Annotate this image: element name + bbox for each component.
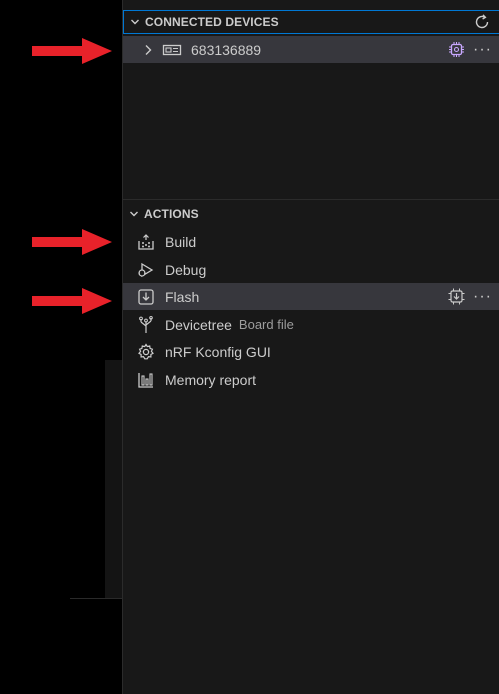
action-memory-report[interactable]: Memory report (123, 366, 499, 393)
action-label: Build (165, 233, 197, 250)
chevron-right-icon[interactable] (143, 44, 153, 56)
device-serial: 683136889 (191, 41, 262, 58)
action-label: Debug (165, 261, 207, 278)
action-flash[interactable]: Flash ··· (123, 283, 499, 310)
annotation-arrow-icon (32, 288, 112, 314)
editor-divider (70, 598, 122, 599)
editor-gutter (105, 360, 122, 598)
refresh-icon[interactable] (473, 13, 491, 31)
annotation-arrow-icon (32, 229, 112, 255)
action-devicetree[interactable]: Devicetree Board file (123, 311, 499, 338)
action-build[interactable]: Build (123, 228, 499, 255)
more-actions-icon[interactable]: ··· (473, 288, 492, 305)
flash-icon (137, 288, 155, 306)
build-icon (137, 233, 155, 251)
section-divider (123, 199, 499, 200)
action-label: nRF Kconfig GUI (165, 343, 271, 360)
device-icon (162, 44, 182, 55)
action-kconfig-gui[interactable]: nRF Kconfig GUI (123, 338, 499, 365)
chevron-down-icon (131, 19, 139, 25)
devicetree-icon (137, 315, 155, 334)
connected-devices-header[interactable]: CONNECTED DEVICES (123, 10, 499, 34)
chip-icon[interactable] (448, 41, 465, 58)
device-row[interactable]: 683136889 ··· (123, 36, 499, 63)
action-debug[interactable]: Debug (123, 256, 499, 283)
actions-header[interactable]: ACTIONS (123, 202, 499, 226)
debug-icon (137, 261, 155, 279)
connected-devices-title: CONNECTED DEVICES (145, 15, 279, 29)
gear-icon (137, 342, 155, 361)
annotation-arrow-icon (32, 38, 112, 64)
memory-report-icon (137, 371, 155, 389)
actions-title: ACTIONS (144, 207, 199, 221)
nrf-sidebar-panel: CONNECTED DEVICES 683136889 ··· ACTIONS … (122, 0, 499, 694)
action-label: Memory report (165, 371, 257, 388)
action-description: Board file (238, 317, 294, 332)
device-row-actions: ··· (448, 36, 492, 63)
action-label: Flash (165, 288, 200, 305)
action-label: Devicetree (165, 316, 232, 333)
erase-and-flash-icon[interactable] (448, 288, 465, 305)
more-actions-icon[interactable]: ··· (473, 41, 492, 58)
flash-row-actions: ··· (448, 283, 492, 310)
chevron-down-icon (130, 211, 138, 217)
